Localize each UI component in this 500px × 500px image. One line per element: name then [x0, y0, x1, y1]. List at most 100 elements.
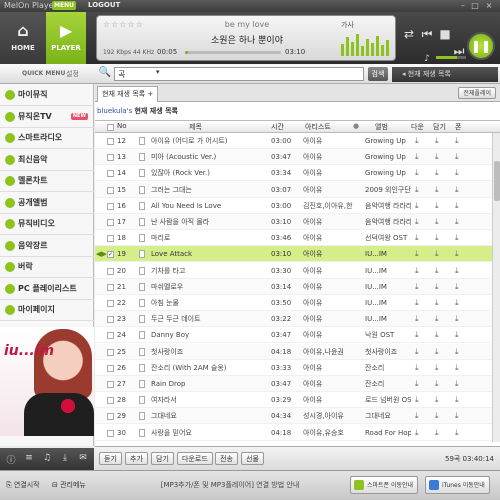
table-row[interactable]: 20 기차를 타고 03:30 아이유 IU...IM ⤓ ⤓ ⤓ — [95, 263, 492, 279]
download-icon[interactable]: ⤓ — [415, 246, 419, 262]
download-icon[interactable]: ⤓ — [415, 214, 419, 230]
connect-button[interactable]: ⎘ 연결시작 — [6, 480, 40, 490]
row-album[interactable]: 잔소리 — [365, 360, 411, 376]
row-artist[interactable]: 아이유 — [303, 165, 361, 181]
column-no[interactable]: No — [117, 122, 127, 130]
download-icon[interactable]: ⤓ — [415, 376, 419, 392]
download-icon[interactable]: ⤓ — [415, 311, 419, 327]
nav-player[interactable]: ▶ PLAYER — [46, 12, 86, 64]
sidebar-item[interactable]: 뮤직온TV NEW — [0, 106, 94, 128]
row-title[interactable]: 그러는 그대는 — [151, 182, 265, 198]
download-icon[interactable]: ⤓ — [415, 392, 419, 408]
row-artist[interactable]: 아이유 — [303, 279, 361, 295]
row-checkbox[interactable] — [107, 138, 114, 145]
lyrics-doc-icon[interactable] — [139, 299, 145, 307]
table-row[interactable]: 25 첫사랑이죠 04:18 아이유,나윤권 첫사랑이죠 ⤓ ⤓ ⤓ — [95, 343, 492, 360]
itunes-guide-button[interactable]: iTunes 이동안내 — [425, 476, 490, 494]
row-checkbox[interactable] — [107, 154, 114, 162]
table-row[interactable]: 26 잔소리 (With 2AM 슬옹) 03:33 아이유 잔소리 ⤓ ⤓ ⤓ — [95, 360, 492, 376]
send-to-phone-icon[interactable]: ⤓ — [455, 295, 459, 311]
download-icon[interactable]: ⤓ — [415, 279, 419, 295]
send-to-phone-icon[interactable]: ⤓ — [455, 246, 459, 262]
row-title[interactable]: 마쉬멜로우 — [151, 279, 265, 295]
playlist-icon[interactable]: ≡ — [22, 453, 36, 465]
lyrics-button[interactable]: 가사 — [341, 20, 354, 30]
select-all-checkbox[interactable] — [107, 124, 114, 131]
send-to-phone-icon[interactable]: ⤓ — [455, 327, 459, 343]
table-row[interactable]: 23 두근 두근 데이트 03:22 아이유 IU...IM ⤓ ⤓ ⤓ — [95, 311, 492, 328]
row-artist[interactable]: 아이유 — [303, 376, 361, 392]
add-to-playlist-icon[interactable]: ⤓ — [435, 279, 439, 295]
music-note-icon[interactable]: ♫ — [40, 453, 54, 465]
table-row[interactable]: 15그러는 그대는03:07아이유2009 외인구단 OST⤓⤓⤓ — [95, 181, 492, 198]
table-row[interactable]: 17난 사람을 아직 몰라03:10아이유음악여행 라라라 Li...⤓⤓⤓ — [95, 214, 492, 230]
row-checkbox[interactable] — [107, 283, 114, 291]
row-checkbox[interactable] — [107, 219, 114, 226]
row-artist[interactable]: 아이유 — [303, 214, 361, 230]
download-icon[interactable]: ⤓ — [415, 360, 419, 376]
download-icon[interactable]: ⤓ — [415, 295, 419, 311]
download-icon[interactable]: ⤓ — [415, 182, 419, 198]
lyrics-doc-icon[interactable] — [139, 250, 145, 259]
column-title[interactable]: 제목 — [189, 122, 202, 132]
row-album[interactable]: Growing Up — [365, 133, 411, 149]
send-to-phone-icon[interactable]: ⤓ — [455, 311, 459, 327]
row-artist[interactable]: 아이유 — [303, 246, 361, 262]
row-title[interactable]: 기차를 타고 — [151, 263, 265, 279]
lyrics-doc-icon[interactable] — [139, 412, 145, 421]
row-checkbox[interactable] — [107, 381, 114, 388]
add-to-playlist-icon[interactable]: ⤓ — [435, 408, 439, 424]
send-to-phone-icon[interactable]: ⤓ — [455, 214, 459, 230]
row-artist[interactable]: 아이유 — [303, 263, 361, 279]
table-row[interactable]: 30사랑을 믿어요04:18아이유,유승호Road For Hope `...⤓… — [95, 425, 492, 441]
lyrics-doc-icon[interactable] — [139, 331, 145, 340]
add-to-playlist-icon[interactable]: ⤓ — [435, 246, 439, 262]
row-artist[interactable]: 아이유 — [303, 311, 361, 327]
add-to-playlist-icon[interactable]: ⤓ — [435, 327, 439, 343]
row-album[interactable]: IU...IM — [365, 246, 411, 262]
row-album[interactable]: 선덕여왕 OST — [365, 230, 411, 246]
table-row[interactable]: 16 All You Need Is Love 03:00 김진호,이아유,한 음악여행… — [95, 198, 492, 214]
row-checkbox[interactable] — [107, 316, 114, 324]
row-album[interactable]: 잔소리 — [365, 376, 411, 392]
info-icon[interactable]: ⓘ — [4, 453, 18, 466]
row-album[interactable]: 음악여행 라라라 Li... — [365, 214, 411, 230]
send-to-phone-icon[interactable]: ⤓ — [455, 165, 459, 181]
search-button[interactable]: 검색 — [368, 67, 388, 81]
search-dropdown-icon[interactable]: ▾ — [156, 68, 166, 80]
sidebar-item[interactable]: 뮤직비디오 — [0, 213, 94, 235]
maximize-icon[interactable]: □ — [470, 1, 480, 10]
lyrics-doc-icon[interactable] — [139, 218, 145, 226]
add-to-playlist-icon[interactable]: ⤓ — [435, 214, 439, 230]
sidebar-item[interactable]: 마이페이지 — [0, 299, 94, 321]
download-icon[interactable]: ⤓ — [415, 133, 419, 149]
add-to-playlist-icon[interactable]: ⤓ — [435, 133, 439, 149]
send-to-phone-icon[interactable]: ⤓ — [455, 344, 459, 360]
row-title[interactable]: 아이유 (어디로 가 어시트) — [151, 133, 265, 149]
add-to-playlist-icon[interactable]: ⤓ — [435, 263, 439, 279]
row-checkbox[interactable] — [107, 267, 114, 275]
shuffle-icon[interactable]: ⇄ — [400, 25, 418, 43]
tab-now-playing[interactable]: 현재 재생 목록 + — [97, 86, 159, 102]
row-artist[interactable]: 아이유 — [303, 182, 361, 198]
row-title[interactable]: 난 사람을 아직 몰라 — [151, 214, 265, 230]
menu-button[interactable]: MENU — [52, 1, 76, 10]
send-to-phone-icon[interactable]: ⤓ — [455, 279, 459, 295]
smartphone-guide-button[interactable]: 스마트폰 이동안내 — [350, 476, 419, 494]
row-artist[interactable]: 아이유 — [303, 327, 361, 343]
promo-banner[interactable]: iu...im — [0, 327, 94, 436]
column-time[interactable]: 시간 — [271, 122, 284, 132]
row-title[interactable]: Rain Drop — [151, 376, 265, 392]
full-play-button[interactable]: 전체플레이 — [458, 87, 496, 99]
row-title[interactable]: 두근 두근 데이트 — [151, 311, 265, 327]
row-title[interactable]: 마리로 — [151, 230, 265, 246]
table-row[interactable]: 29 그대네요 04:34 성시경,아이유 그대네요 ⤓ ⤓ ⤓ — [95, 408, 492, 425]
row-title[interactable]: 아침 눈물 — [151, 295, 265, 311]
volume-slider[interactable] — [436, 56, 466, 59]
row-checkbox[interactable] — [107, 332, 114, 340]
close-icon[interactable]: × — [484, 1, 494, 10]
row-artist[interactable]: 아이유 — [303, 392, 361, 408]
send-to-phone-icon[interactable]: ⤓ — [455, 230, 459, 246]
lyrics-doc-icon[interactable] — [139, 380, 145, 388]
add-to-playlist-icon[interactable]: ⤓ — [435, 392, 439, 408]
